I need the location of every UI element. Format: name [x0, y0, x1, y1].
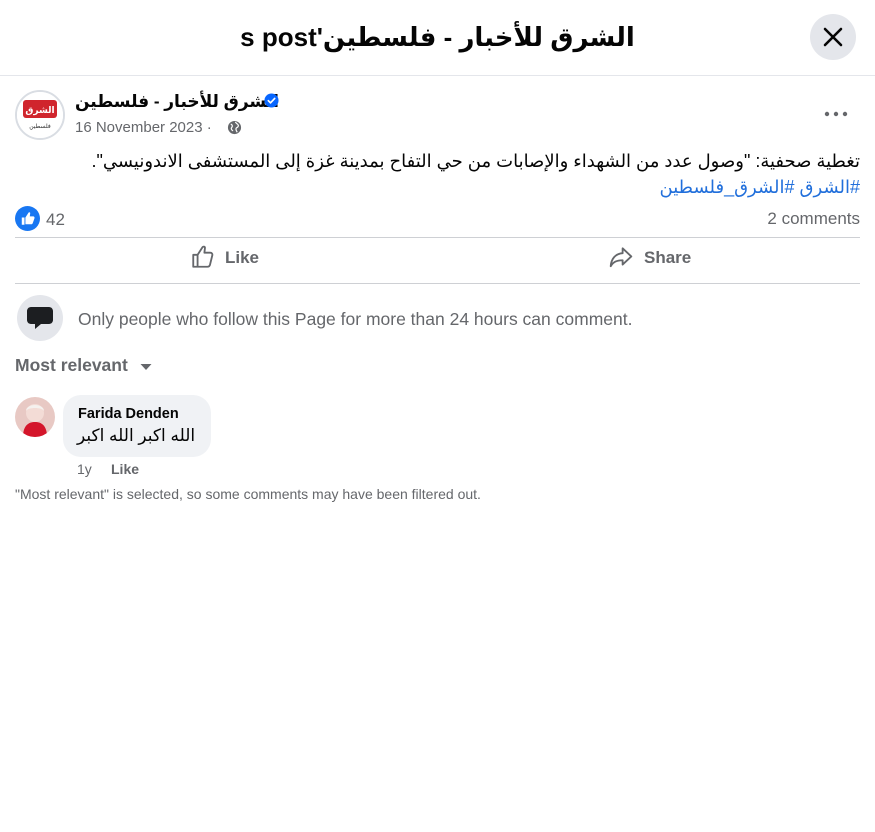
close-icon: [823, 27, 843, 47]
page-name[interactable]: الشرق للأخبار - فلسطين: [75, 92, 279, 112]
page-logo: الشرق فلسطين: [17, 92, 63, 138]
comment-like-button[interactable]: Like: [111, 461, 139, 477]
comment-item: Farida Denden الله اكبر الله اكبر 1y Lik…: [15, 395, 860, 485]
comment-icon-circle: [17, 295, 63, 341]
reactions-bar: 42 2 comments: [15, 206, 860, 232]
restriction-text: Only people who follow this Page for mor…: [78, 309, 633, 329]
divider: [15, 283, 860, 284]
share-label: Share: [644, 248, 692, 267]
modal-title: الشرق للأخبار - فلسطين's post: [240, 22, 635, 52]
comment-sort-dropdown[interactable]: Most relevant: [15, 355, 152, 376]
reaction-count[interactable]: 42: [46, 210, 65, 230]
comment-bubble-icon: [27, 307, 53, 329]
divider: [15, 237, 860, 238]
page-avatar[interactable]: الشرق فلسطين: [15, 90, 65, 140]
post-header: الشرق فلسطين الشرق للأخبار - فلسطين 16 N…: [15, 90, 860, 142]
verified-badge-icon: [264, 93, 279, 108]
thumbs-up-icon: [192, 245, 214, 268]
avatar-photo: [15, 397, 55, 437]
like-label: Like: [225, 248, 260, 267]
globe-icon: [227, 120, 242, 135]
comment-author[interactable]: Farida Denden: [78, 406, 179, 422]
caret-down-icon: [140, 364, 152, 370]
comment-age[interactable]: 1y: [77, 461, 92, 477]
like-reaction-icon[interactable]: [15, 206, 40, 231]
modal-header: الشرق للأخبار - فلسطين's post: [0, 0, 875, 76]
commenter-avatar[interactable]: [15, 397, 55, 437]
sort-label: Most relevant: [15, 355, 128, 375]
more-horizontal-icon: [824, 111, 848, 117]
share-icon: [609, 247, 633, 268]
comment-bubble: Farida Denden الله اكبر الله اكبر: [63, 395, 211, 457]
share-button[interactable]: Share: [607, 240, 707, 276]
svg-text:فلسطين: فلسطين: [29, 123, 51, 130]
close-button[interactable]: [810, 14, 856, 60]
hashtag-link[interactable]: #الشرق_فلسطين: [660, 177, 795, 197]
like-button[interactable]: Like: [190, 240, 280, 276]
post-date[interactable]: 16 November 2023 ·: [75, 119, 212, 136]
comment-text: الله اكبر الله اكبر: [77, 426, 196, 445]
comments-count[interactable]: 2 comments: [767, 209, 860, 229]
comment-restriction-notice: Only people who follow this Page for mor…: [17, 295, 857, 341]
filter-note: "Most relevant" is selected, so some com…: [15, 486, 481, 502]
post-text: تغطية صحفية: "وصول عدد من الشهداء والإصا…: [91, 151, 860, 171]
post-hashtags: #الشرق #الشرق_فلسطين: [15, 174, 860, 200]
post-body: تغطية صحفية: "وصول عدد من الشهداء والإصا…: [15, 148, 860, 200]
hashtag-link[interactable]: #الشرق: [800, 177, 860, 197]
svg-text:الشرق: الشرق: [25, 106, 54, 116]
more-options-button[interactable]: [821, 102, 853, 126]
